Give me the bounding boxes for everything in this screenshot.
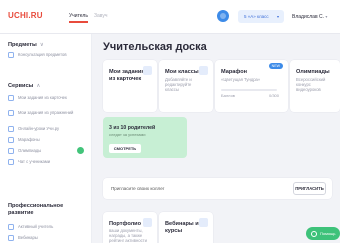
chevron-down-icon: ▾ xyxy=(276,14,279,19)
progress-value: 0/300 xyxy=(269,93,280,98)
card-title: Мои классы xyxy=(165,69,199,75)
webinar-icon xyxy=(8,235,14,241)
sidebar-item-subject-consult[interactable]: Консультация предметов xyxy=(8,52,88,58)
sidebar-item-label: Онлайн-уроки Учи.ру xyxy=(18,126,60,131)
card-title: Олимпиады xyxy=(296,69,330,75)
help-icon xyxy=(311,230,317,237)
sidebar-item-webinars[interactable]: Вебинары xyxy=(8,235,88,241)
help-label: Помощь xyxy=(320,231,336,236)
chevron-down-icon: ▾ xyxy=(325,14,328,19)
progress-label: Баллов xyxy=(221,93,235,98)
star-icon xyxy=(8,224,14,230)
sidebar-item-label: Марафоны xyxy=(18,137,40,142)
parents-card-subtitle: следят за успехами xyxy=(109,132,146,137)
sidebar-item-exercise-tasks[interactable]: Мои задания из упражнений xyxy=(8,110,88,116)
card-webinars[interactable]: Вебинары и курсы xyxy=(159,212,213,243)
chat-icon xyxy=(8,159,14,165)
sidebar-item-label: Консультация предметов xyxy=(18,52,67,57)
section-title: Предметы xyxy=(8,42,37,48)
page-title: Учительская доска xyxy=(103,41,207,53)
sidebar-item-label: Чат с учениками xyxy=(18,159,51,164)
sidebar-item-online-lessons[interactable]: Онлайн-уроки Учи.ру xyxy=(8,126,88,132)
trophy-icon xyxy=(8,137,14,143)
section-title: Сервисы xyxy=(8,83,34,89)
card-subtitle: «Цветущая Тундра» xyxy=(221,77,261,82)
sidebar-item-label: Вебинары xyxy=(18,235,38,240)
card-card-tasks[interactable]: Мои задания из карточек xyxy=(103,60,157,112)
notification-dot xyxy=(77,147,84,154)
portfolio-icon xyxy=(143,218,152,227)
parents-card-title: 3 из 10 родителей xyxy=(109,125,156,131)
main-content: Учительская доска Мои задания из карточе… xyxy=(92,34,340,243)
card-subtitle: ваши документы, награды, а также рейтинг… xyxy=(109,228,147,243)
invite-colleagues-bar: Пригласите своих коллег ПРИГЛАСИТЬ xyxy=(103,178,332,199)
sidebar: Предметы ∨ Консультация предметов Сервисы… xyxy=(0,34,92,243)
tab-head-teacher[interactable]: Завуч xyxy=(94,13,107,19)
class-select[interactable]: 5 «А» класс ▾ xyxy=(238,10,284,23)
chevron-icon: ∨ xyxy=(39,42,44,48)
video-icon xyxy=(8,126,14,132)
sidebar-item-olympiads[interactable]: Олимпиады xyxy=(8,147,88,154)
parents-card: 3 из 10 родителей следят за успехами СМО… xyxy=(103,117,187,158)
view-button[interactable]: СМОТРЕТЬ xyxy=(109,144,141,153)
video-icon xyxy=(199,218,208,227)
card-subtitle: Всероссийский конкурс видеоуроков xyxy=(296,77,326,93)
card-title: Портфолио xyxy=(109,221,142,227)
card-my-classes[interactable]: Мои классы Добавляйте и редактируйте кла… xyxy=(159,60,213,112)
sidebar-section-development[interactable]: Профессиональное развитие xyxy=(8,203,88,217)
help-button[interactable]: Помощь xyxy=(306,227,340,240)
chevron-icon: ∧ xyxy=(36,83,41,89)
user-name: Владислав С. xyxy=(292,14,324,20)
medal-icon xyxy=(8,148,14,154)
card-olympiads[interactable]: Олимпиады Всероссийский конкурс видеоуро… xyxy=(290,60,340,112)
sidebar-section-subjects[interactable]: Предметы ∨ xyxy=(8,42,44,48)
book-icon xyxy=(8,52,14,58)
cards-icon xyxy=(143,66,152,75)
tab-teacher[interactable]: Учитель xyxy=(69,13,88,23)
card-title: Вебинары и курсы xyxy=(165,221,199,234)
progress-bar xyxy=(221,89,277,91)
invite-button[interactable]: ПРИГЛАСИТЬ xyxy=(293,182,326,195)
card-marathon[interactable]: NEW Марафон «Цветущая Тундра» Баллов 0/3… xyxy=(215,60,288,112)
sidebar-section-services[interactable]: Сервисы ∧ xyxy=(8,83,40,89)
sidebar-item-label: Мои задания из упражнений xyxy=(18,110,74,115)
top-header: UCHI.RU Учитель Завуч 5 «А» класс ▾ Влад… xyxy=(0,0,340,34)
sidebar-item-label: Мои задания из карточек xyxy=(18,95,67,100)
people-icon xyxy=(199,66,208,75)
achievement-badge-icon[interactable] xyxy=(217,10,229,22)
card-title: Марафон xyxy=(221,69,247,75)
sidebar-item-marathons[interactable]: Марафоны xyxy=(8,137,88,143)
sidebar-item-active-teacher[interactable]: Активный учитель xyxy=(8,224,88,230)
sidebar-item-label: Олимпиады xyxy=(18,148,42,153)
sidebar-item-label: Активный учитель xyxy=(18,224,54,229)
invite-text: Пригласите своих коллег xyxy=(111,186,165,191)
exercise-icon xyxy=(8,110,14,116)
logo[interactable]: UCHI.RU xyxy=(8,11,43,20)
class-select-label: 5 «А» класс xyxy=(244,14,269,19)
cards-icon xyxy=(8,95,14,101)
sidebar-item-card-tasks[interactable]: Мои задания из карточек xyxy=(8,95,88,101)
card-subtitle: Добавляйте и редактируйте классы xyxy=(165,77,192,93)
user-menu[interactable]: Владислав С. ▾ xyxy=(292,14,327,20)
new-badge: NEW xyxy=(268,63,283,69)
card-portfolio[interactable]: Портфолио ваши документы, награды, а так… xyxy=(103,212,157,243)
sidebar-item-chat[interactable]: Чат с учениками xyxy=(8,159,88,165)
